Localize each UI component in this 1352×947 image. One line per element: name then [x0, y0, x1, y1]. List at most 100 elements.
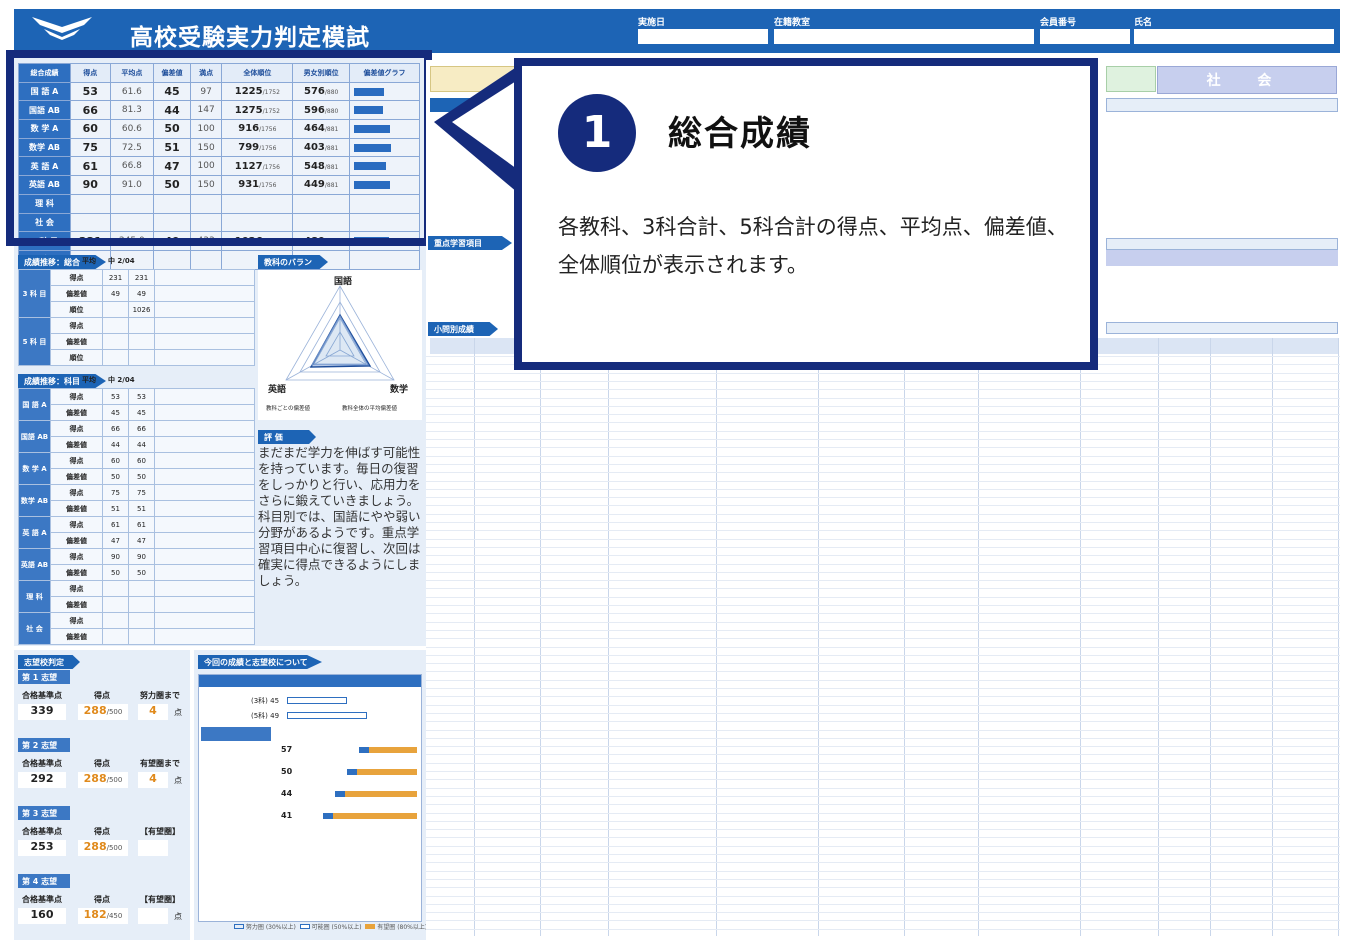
trend-metric: 得点	[50, 612, 103, 629]
summary-deviation	[153, 249, 191, 270]
detail-row-line	[426, 439, 1340, 440]
classroom-label: 在籍教室	[774, 18, 811, 28]
trend-value	[128, 612, 155, 629]
goal-mark-label: 50	[281, 767, 293, 776]
trend-empty	[154, 420, 255, 437]
trend-empty	[154, 301, 255, 318]
detail-row-line	[426, 862, 1340, 864]
detail-row-line	[426, 845, 1340, 847]
trend-row: 国語 AB 得点 66 66	[18, 420, 255, 453]
detail-row-line	[426, 380, 1340, 382]
trend-empty	[154, 388, 255, 405]
goal-score-total: /450	[106, 912, 123, 920]
social-small-header	[1106, 322, 1338, 334]
callout-description: 各教科、3科合計、5科合計の得点、平均点、偏差値、全体順位が表示されます。	[558, 215, 1068, 277]
trend-value: 60	[128, 452, 155, 469]
goal-chart-subhead	[201, 727, 271, 741]
detail-row-line	[426, 795, 1340, 797]
detail-row-line	[426, 430, 1340, 432]
goal-base-score: 339	[18, 704, 66, 720]
radar-legend-student: 教科ごとの偏差値	[266, 406, 310, 412]
goal-mark-bar	[323, 813, 417, 819]
trend-empty	[154, 452, 255, 469]
goal-score-value: 288	[83, 704, 107, 717]
trend-row: 英 語 A 得点 61 61	[18, 516, 255, 549]
trend-average: 50	[102, 564, 129, 581]
goal-gap-unit: 点	[174, 708, 182, 717]
detail-row-line	[426, 887, 1340, 889]
goal-score-value: 288	[83, 772, 107, 785]
trend-average: 47	[102, 532, 129, 549]
goal-chart-bar-5	[287, 712, 367, 719]
trend-empty	[154, 612, 255, 629]
detail-row-line	[426, 837, 1340, 839]
trend-subject-col2: 中 2/04	[108, 376, 135, 384]
detail-row-line	[426, 505, 1340, 507]
detail-row-line	[426, 754, 1340, 756]
trend-value	[128, 596, 155, 613]
trend-subject: 国語 AB	[18, 420, 51, 453]
trend-metric: 得点	[50, 317, 103, 334]
trend-empty	[154, 548, 255, 565]
trend-average	[102, 349, 129, 366]
radar-svg	[285, 285, 395, 381]
radar-axis-kokugo: 国語	[334, 277, 353, 287]
detail-row-line	[426, 746, 1340, 748]
social-focus-header	[1106, 238, 1338, 250]
goal-chart-label: 今回の成績と志望校について	[198, 655, 322, 669]
goal-score: 288/500	[78, 704, 128, 720]
trend-subject-table: 国 語 A 得点 53 53 偏差値 45 45 国語 AB 得点 66 66 偏差値 44 44 数 学 …	[18, 388, 255, 645]
trend-average: 60	[102, 452, 129, 469]
legend-promising: 有望圏 (80%以上)	[377, 924, 428, 931]
detail-row-line	[426, 820, 1340, 822]
goal-mark-label: 41	[281, 811, 293, 820]
trend-value: 50	[128, 468, 155, 485]
detail-row-line	[426, 812, 1340, 814]
radar-legend-average: 教科全体の平均偏差値	[342, 406, 398, 412]
summary-full-score	[189, 249, 223, 270]
trend-value: 50	[128, 564, 155, 581]
trend-row: 偏差値 51 51	[19, 500, 255, 517]
trend-metric: 得点	[50, 516, 103, 533]
social-daimon-header	[1106, 98, 1338, 112]
trend-subject: 数 学 A	[18, 452, 51, 485]
trend-value: 66	[128, 420, 155, 437]
detail-row-line	[426, 513, 1340, 515]
detail-row-line	[426, 920, 1340, 922]
goal-mark-bar	[335, 791, 417, 797]
trend-metric: 偏差値	[50, 628, 103, 645]
trend-value	[128, 628, 155, 645]
detail-row-line	[426, 372, 1340, 374]
legend-effort: 努力圏 (30%以上)	[245, 924, 296, 931]
detail-row-line	[426, 480, 1340, 482]
trend-average: 61	[102, 516, 129, 533]
trend-metric: 偏差値	[50, 404, 103, 421]
trend-metric: 得点	[50, 420, 103, 437]
trend-metric: 偏差値	[50, 564, 103, 581]
focus-label: 重点学習項目	[428, 236, 512, 250]
classroom-value	[774, 29, 1034, 44]
member-number-field: 会員番号	[1040, 15, 1130, 44]
trend-empty	[154, 468, 255, 485]
detail-row-line	[426, 870, 1340, 872]
goal-label-base: 合格基準点	[22, 691, 62, 700]
goal-score-value: 288	[83, 840, 107, 853]
trend-subject: 英 語 A	[18, 516, 51, 549]
detail-row-line	[426, 497, 1340, 499]
radar-label: 教科のバランス	[258, 255, 328, 269]
trend-average	[102, 333, 129, 350]
trend-metric: 順位	[50, 349, 103, 366]
trend-metric: 得点	[50, 580, 103, 597]
trend-value: 75	[128, 484, 155, 501]
detail-row-line	[426, 729, 1340, 731]
trend-empty	[154, 436, 255, 453]
goal-tag: 第 2 志望	[18, 738, 70, 752]
detail-row-line	[426, 779, 1340, 781]
trend-row: 偏差値 45 45	[19, 404, 255, 421]
trend-value: 45	[128, 404, 155, 421]
detail-row-line	[426, 671, 1340, 673]
brand-logo-icon	[32, 17, 92, 48]
member-number-label: 会員番号	[1040, 18, 1077, 28]
detail-row-line	[426, 538, 1340, 540]
detail-row-line	[426, 563, 1340, 565]
